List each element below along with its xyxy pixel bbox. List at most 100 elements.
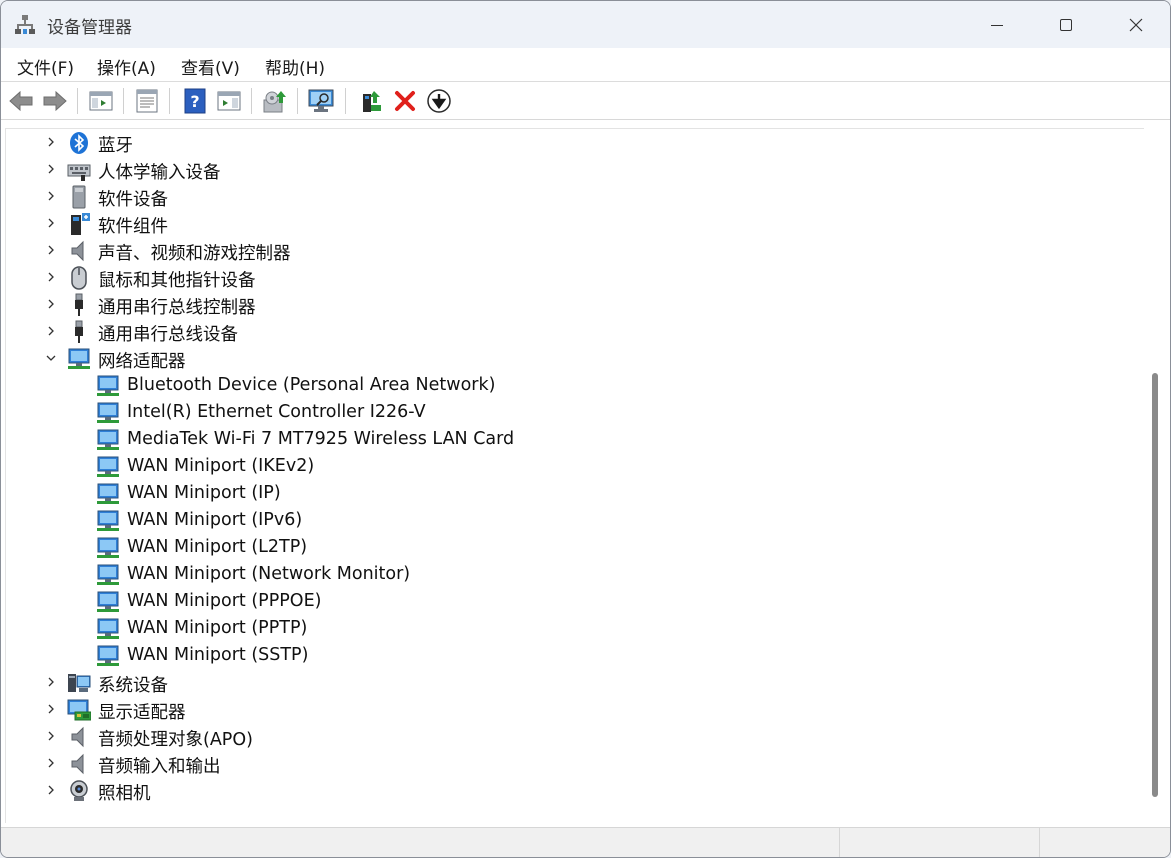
tree-item-label: WAN Miniport (IPv6) [127,510,303,530]
tree-item-adapter-wan-pppoe[interactable]: WAN Miniport (PPPOE) [6,588,1146,615]
show-hide-console-tree-button[interactable] [87,87,115,115]
minimize-button[interactable] [962,1,1032,48]
enable-device-button[interactable] [357,87,385,115]
tree-item-bluetooth[interactable]: 蓝牙 [6,129,1146,156]
chevron-right-icon[interactable] [44,243,58,257]
menu-bar: 文件(F) 操作(A) 查看(V) 帮助(H) [1,48,1170,82]
tree-item-adapter-wan-sstp[interactable]: WAN Miniport (SSTP) [6,642,1146,669]
tree-item-hid[interactable]: 人体学输入设备 [6,156,1146,183]
tree-item-audio-processing-objects[interactable]: 音频处理对象(APO) [6,723,1146,750]
network-adapter-icon [97,591,119,612]
bluetooth-icon [70,132,88,154]
tree-item-label: 通用串行总线设备 [98,325,238,345]
tree-item-adapter-wan-ikev2[interactable]: WAN Miniport (IKEv2) [6,453,1146,480]
chevron-right-icon[interactable] [44,270,58,284]
scrollbar-thumb[interactable] [1152,373,1158,797]
tree-item-label: WAN Miniport (IKEv2) [127,456,315,476]
tree-item-usb-devices[interactable]: 通用串行总线设备 [6,318,1146,345]
network-adapter-icon [97,645,119,666]
hid-keyboard-icon [67,164,91,181]
maximize-button[interactable] [1031,1,1101,48]
uninstall-device-button[interactable] [391,87,419,115]
chevron-right-icon[interactable] [44,729,58,743]
speaker-icon [71,240,84,262]
tree-item-sound-video-game[interactable]: 声音、视频和游戏控制器 [6,237,1146,264]
tree-item-label: WAN Miniport (Network Monitor) [127,564,411,584]
network-adapter-icon [97,510,119,531]
arrow-left-icon [9,90,33,112]
title-bar[interactable]: 设备管理器 [1,1,1170,48]
speaker-icon [71,753,84,775]
maximize-icon [1060,18,1072,31]
action-pane-button[interactable] [215,87,243,115]
device-tree[interactable]: 蓝牙 人体学输入设备 软件设备 软件组件 声音、视频和游戏控制器 鼠标和其他指针… [5,128,1168,823]
tree-item-adapter-bluetooth-pan[interactable]: Bluetooth Device (Personal Area Network) [6,372,1146,399]
status-segment [839,828,1039,857]
menu-help[interactable]: 帮助(H) [265,54,325,79]
chevron-right-icon[interactable] [44,297,58,311]
chevron-right-icon[interactable] [44,189,58,203]
tree-item-label: 音频处理对象(APO) [98,730,253,750]
properties-sheet-icon [136,89,158,113]
tree-item-usb-controllers[interactable]: 通用串行总线控制器 [6,291,1146,318]
svg-text:?: ? [190,92,199,111]
tree-item-label: 显示适配器 [98,703,186,723]
tree-item-label: 蓝牙 [98,136,133,156]
menu-view[interactable]: 查看(V) [181,54,240,79]
chevron-right-icon[interactable] [44,216,58,230]
chevron-right-icon[interactable] [44,783,58,797]
usb-icon [75,320,83,343]
tree-item-adapter-wan-network-monitor[interactable]: WAN Miniport (Network Monitor) [6,561,1146,588]
software-device-icon [72,185,86,209]
tree-item-mice[interactable]: 鼠标和其他指针设备 [6,264,1146,291]
menu-action[interactable]: 操作(A) [97,54,156,79]
tree-item-audio-inputs-outputs[interactable]: 音频输入和输出 [6,750,1146,777]
tree-item-software-components[interactable]: 软件组件 [6,210,1146,237]
tree-item-adapter-wan-l2tp[interactable]: WAN Miniport (L2TP) [6,534,1146,561]
properties-button[interactable] [133,87,161,115]
chevron-right-icon[interactable] [44,135,58,149]
device-manager-icon [15,15,35,34]
speaker-icon [71,726,84,748]
tree-item-display-adapters[interactable]: 显示适配器 [6,696,1146,723]
close-button[interactable] [1101,1,1170,48]
tree-item-cameras[interactable]: 照相机 [6,777,1146,804]
disable-device-button[interactable] [425,87,453,115]
network-adapter-icon [97,537,119,558]
add-device-icon [363,91,381,112]
help-button[interactable]: ? [181,87,209,115]
chevron-down-icon[interactable] [44,351,58,365]
vertical-scrollbar[interactable] [1144,128,1168,823]
minimize-icon [991,24,1003,26]
menu-file[interactable]: 文件(F) [17,54,74,79]
tree-item-adapter-intel-ethernet[interactable]: Intel(R) Ethernet Controller I226-V [6,399,1146,426]
tree-item-label: 人体学输入设备 [98,163,221,183]
chevron-right-icon[interactable] [44,702,58,716]
scan-monitor-icon [308,89,334,112]
chevron-right-icon[interactable] [44,162,58,176]
action-pane-icon [217,91,241,111]
mouse-icon [71,266,87,290]
tree-item-adapter-wan-ip[interactable]: WAN Miniport (IP) [6,480,1146,507]
system-device-icon [68,674,91,692]
scan-hardware-button[interactable] [307,87,335,115]
tree-item-label: 鼠标和其他指针设备 [98,271,256,291]
chevron-right-icon[interactable] [44,675,58,689]
tree-item-adapter-mediatek-wifi[interactable]: MediaTek Wi-Fi 7 MT7925 Wireless LAN Car… [6,426,1146,453]
chevron-right-icon[interactable] [44,756,58,770]
tree-item-adapter-wan-pptp[interactable]: WAN Miniport (PPTP) [6,615,1146,642]
forward-button[interactable] [41,87,69,115]
chevron-right-icon[interactable] [44,324,58,338]
close-icon [1129,18,1143,31]
toolbar: ? [1,82,1170,120]
back-button[interactable] [7,87,35,115]
tree-item-system-devices[interactable]: 系统设备 [6,669,1146,696]
tree-item-network-adapters[interactable]: 网络适配器 [6,345,1146,372]
network-adapter-icon [97,618,119,639]
tree-item-label: 声音、视频和游戏控制器 [98,244,291,264]
tree-item-adapter-wan-ipv6[interactable]: WAN Miniport (IPv6) [6,507,1146,534]
tree-item-software-devices[interactable]: 软件设备 [6,183,1146,210]
update-driver-button[interactable] [261,87,289,115]
network-adapter-icon [97,402,119,423]
tree-item-label: 系统设备 [98,676,168,696]
